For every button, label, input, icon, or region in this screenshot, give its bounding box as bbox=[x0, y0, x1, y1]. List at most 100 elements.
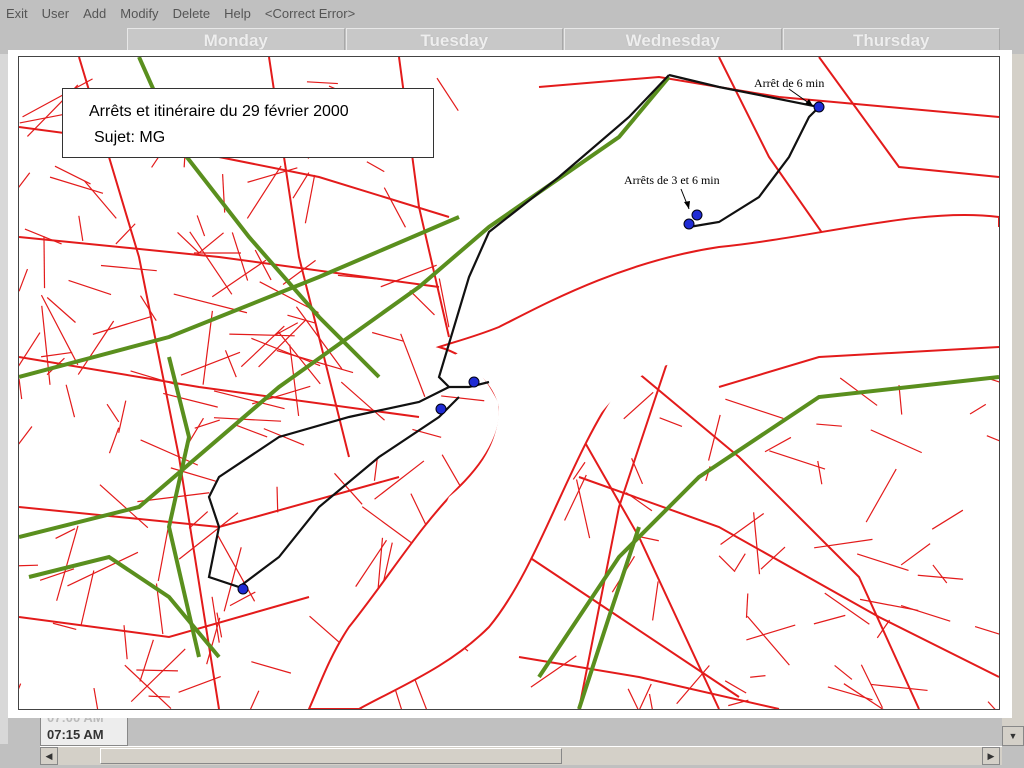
day-header-thursday[interactable]: Thursday bbox=[782, 28, 1000, 54]
day-header-monday[interactable]: Monday bbox=[127, 28, 345, 54]
time-slot-0715[interactable]: 07:15 AM bbox=[41, 726, 127, 743]
menu-modify[interactable]: Modify bbox=[114, 6, 164, 21]
street-segment bbox=[366, 161, 385, 173]
street-segment bbox=[760, 546, 786, 570]
arterial-road bbox=[618, 356, 920, 709]
calendar-day-headers: Monday Tuesday Wednesday Thursday bbox=[127, 28, 1001, 54]
street-segment bbox=[639, 683, 652, 709]
street-segment bbox=[917, 574, 964, 580]
arterial-road bbox=[19, 236, 440, 288]
street-segment bbox=[177, 231, 200, 254]
scroll-left-icon[interactable]: ◀ bbox=[40, 747, 58, 765]
street-segment bbox=[900, 604, 951, 622]
street-segment bbox=[93, 687, 99, 709]
scroll-down-icon[interactable]: ▼ bbox=[1002, 726, 1024, 746]
street-segment bbox=[816, 423, 842, 427]
map-title: Arrêts et itinéraire du 29 février 2000 bbox=[89, 103, 349, 120]
menu-help[interactable]: Help bbox=[218, 6, 257, 21]
menu-delete[interactable]: Delete bbox=[167, 6, 217, 21]
street-segment bbox=[856, 553, 909, 572]
street-segment bbox=[46, 297, 76, 323]
street-segment bbox=[49, 176, 104, 194]
annotation-stops-3-6min: Arrêts de 3 et 6 min bbox=[624, 173, 720, 187]
street-segment bbox=[988, 378, 999, 383]
street-segment bbox=[871, 683, 928, 692]
street-segment bbox=[43, 236, 46, 289]
street-segment bbox=[409, 290, 435, 316]
street-segment bbox=[19, 683, 22, 690]
street-segment bbox=[287, 314, 316, 324]
stop-marker-icon[interactable] bbox=[237, 583, 249, 595]
street-segment bbox=[865, 468, 897, 523]
street-segment bbox=[931, 509, 964, 530]
street-segment bbox=[19, 172, 31, 188]
street-segment bbox=[223, 547, 242, 612]
menu-exit[interactable]: Exit bbox=[0, 6, 34, 21]
street-segment bbox=[974, 625, 999, 635]
street-segment bbox=[400, 333, 426, 397]
street-segment bbox=[374, 460, 425, 500]
arrow-head-icon bbox=[684, 201, 690, 209]
street-segment bbox=[274, 322, 299, 336]
street-segment bbox=[817, 460, 823, 485]
menu-correct-error[interactable]: <Correct Error> bbox=[259, 6, 361, 21]
street-segment bbox=[56, 525, 79, 601]
street-segment bbox=[136, 669, 178, 672]
menu-user[interactable]: User bbox=[36, 6, 75, 21]
street-segment bbox=[676, 665, 710, 705]
street-segment bbox=[148, 695, 170, 698]
street-segment bbox=[19, 426, 33, 445]
street-segment bbox=[65, 384, 76, 418]
street-segment bbox=[83, 180, 117, 219]
street-segment bbox=[900, 543, 931, 566]
scrollbar-thumb[interactable] bbox=[100, 748, 562, 764]
street-segment bbox=[441, 395, 485, 402]
route-map[interactable]: Arrêts et itinéraire du 29 février 2000 … bbox=[18, 56, 1000, 710]
street-segment bbox=[383, 187, 407, 228]
street-segment bbox=[707, 414, 721, 461]
street-segment bbox=[575, 479, 591, 539]
street-segment bbox=[764, 436, 792, 453]
street-segment bbox=[211, 259, 267, 298]
street-segment bbox=[118, 400, 127, 433]
street-segment bbox=[725, 398, 784, 420]
annotation-stop-6min: Arrêt de 6 min bbox=[754, 76, 825, 90]
scroll-right-icon[interactable]: ▶ bbox=[982, 747, 1000, 765]
street-segment bbox=[139, 639, 154, 682]
left-edge-panel bbox=[0, 54, 8, 744]
street-segment bbox=[734, 553, 746, 571]
street-segment bbox=[249, 690, 260, 709]
street-segment bbox=[251, 661, 292, 674]
street-segment bbox=[718, 555, 736, 573]
menu-add[interactable]: Add bbox=[77, 6, 112, 21]
street-segment bbox=[251, 337, 321, 367]
map-subject: Sujet: MG bbox=[94, 129, 166, 146]
street-segment bbox=[827, 686, 873, 701]
street-segment bbox=[196, 215, 206, 237]
street-segment bbox=[746, 615, 790, 666]
street-segment bbox=[195, 232, 224, 256]
street-segment bbox=[78, 215, 84, 241]
arterial-road bbox=[518, 656, 780, 709]
stop-marker-icon[interactable] bbox=[813, 101, 825, 113]
street-segment bbox=[932, 564, 948, 584]
stop-marker-icon[interactable] bbox=[468, 376, 480, 388]
stop-marker-icon[interactable] bbox=[691, 209, 703, 221]
street-segment bbox=[229, 333, 295, 337]
street-segment bbox=[240, 325, 285, 368]
street-segment bbox=[753, 512, 761, 575]
day-header-wednesday[interactable]: Wednesday bbox=[564, 28, 782, 54]
street-segment bbox=[746, 624, 796, 641]
day-header-tuesday[interactable]: Tuesday bbox=[345, 28, 563, 54]
street-segment bbox=[652, 581, 659, 621]
street-segment bbox=[769, 450, 826, 470]
street-segment bbox=[728, 699, 749, 707]
stop-marker-icon[interactable] bbox=[683, 218, 695, 230]
highway-segment bbox=[537, 375, 999, 679]
horizontal-scrollbar[interactable]: ◀ ▶ bbox=[40, 746, 1002, 765]
street-segment bbox=[68, 279, 112, 296]
stop-marker-icon[interactable] bbox=[435, 403, 447, 415]
street-segment bbox=[969, 403, 987, 415]
street-segment bbox=[292, 172, 310, 199]
street-segment bbox=[724, 680, 747, 694]
